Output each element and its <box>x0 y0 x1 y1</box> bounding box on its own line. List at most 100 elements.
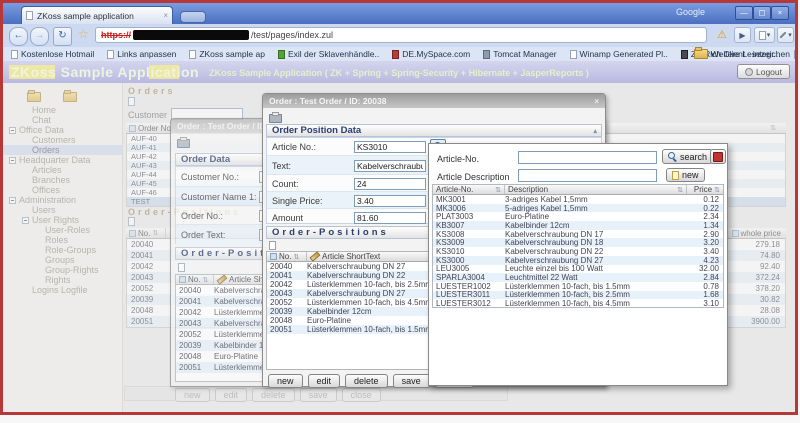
sidebar-tree-item[interactable]: Office Data <box>3 125 122 135</box>
collapse-all-folder-icon[interactable] <box>27 92 41 102</box>
article-row[interactable]: LEU3005 Leuchte einzel bis 100 Watt 32.0… <box>433 265 723 274</box>
sidebar-tree-item[interactable]: Offices <box>3 185 122 195</box>
sidebar-tree-item[interactable]: Role-Groups <box>3 245 122 255</box>
article-no-column-header[interactable]: Article-No. ⇅ <box>433 185 505 194</box>
sidebar-tree-item[interactable]: User-Roles <box>3 225 122 235</box>
reload-button[interactable]: ↻ <box>53 27 72 46</box>
article-row[interactable]: LUESTER3011 Lüsterklemmen 10-fach, bis 2… <box>433 291 723 300</box>
article-row[interactable]: LUESTER1002 Lüsterklemmen 10-fach, bis 1… <box>433 282 723 291</box>
bookmark-item[interactable]: DE.MySpace.com <box>392 49 470 59</box>
article-row[interactable]: MK3001 3-adriges Kabel 1,5mm 0.12 <box>433 195 723 204</box>
positions-toolbar-icon[interactable] <box>128 217 135 226</box>
article-no-input[interactable] <box>354 141 426 153</box>
tree-expander-icon[interactable] <box>22 217 29 224</box>
new-article-button[interactable]: new <box>666 168 705 182</box>
forward-button[interactable]: → <box>30 27 49 46</box>
url-bar[interactable]: https:// /test/pages/index.zul <box>95 27 707 43</box>
article-row[interactable]: KS3009 Kabelverschraubung DN 18 3.20 <box>433 238 723 247</box>
article-row[interactable]: KS3000 Kabelverschraubung DN 27 4.23 <box>433 256 723 265</box>
sidebar-tree-item[interactable]: Orders <box>3 145 122 155</box>
bookmark-star-icon[interactable]: ☆ <box>78 27 89 41</box>
back-button[interactable]: ← <box>9 27 28 46</box>
single-price-input[interactable] <box>354 195 426 207</box>
position-action-button[interactable]: save <box>393 374 430 388</box>
search-button[interactable]: search <box>662 149 713 164</box>
article-row[interactable]: MK3006 5-adriges Kabel 1,5mm 0.22 <box>433 204 723 213</box>
print-icon[interactable] <box>269 114 282 123</box>
sidebar-tree-item[interactable]: Roles <box>3 235 122 245</box>
position-action-button[interactable]: delete <box>345 374 388 388</box>
no-column-header[interactable]: No. ⇅ <box>126 228 166 238</box>
count-input[interactable] <box>354 178 426 190</box>
main-action-button[interactable]: save <box>300 388 337 402</box>
no-column-header[interactable]: No. ⇅ <box>267 252 307 261</box>
sidebar-tree-item[interactable]: Headquarter Data <box>3 155 122 165</box>
go-button[interactable]: ▶ <box>734 27 751 43</box>
warning-icon[interactable]: ⚠ <box>717 28 727 41</box>
logout-button[interactable]: Logout <box>737 64 790 79</box>
bookmark-item[interactable]: Exil der Sklavenhändle.. <box>278 49 379 59</box>
popup-close-button[interactable] <box>710 149 726 164</box>
sidebar-tree-item[interactable]: User Rights <box>3 215 122 225</box>
article-row[interactable]: PLAT3003 Euro-Platine 2.34 <box>433 212 723 221</box>
sidebar-tree-item[interactable]: Users <box>3 205 122 215</box>
main-action-button[interactable]: new <box>175 388 210 402</box>
description-column-header[interactable]: Description ⇅ <box>505 185 687 194</box>
tools-menu-button[interactable]: ▾ <box>777 27 794 43</box>
main-action-button[interactable]: close <box>342 388 381 402</box>
bookmark-item[interactable]: Kostenlose Hotmail <box>11 49 94 59</box>
new-tab-button[interactable] <box>180 11 206 23</box>
bookmark-item[interactable]: New ZUL Title <box>794 49 798 59</box>
tab-close-icon[interactable]: × <box>163 11 168 20</box>
price-column-header[interactable]: Price ⇅ <box>687 185 723 194</box>
article-row[interactable]: SPARLA3004 Leuchtmittel 22 Watt 2.84 <box>433 273 723 282</box>
sidebar-tree-item[interactable]: Branches <box>3 175 122 185</box>
text-input[interactable] <box>354 160 426 172</box>
article-row[interactable]: LUESTER3012 Lüsterklemmen 10-fach, bis 4… <box>433 299 723 308</box>
window-maximize-button[interactable]: ▢ <box>753 6 771 20</box>
article-row[interactable]: KB3007 Kabelbinder 12cm 1.34 <box>433 221 723 230</box>
whole-price-column-header[interactable]: whole price <box>729 228 784 238</box>
page-menu-button[interactable]: ▾ <box>754 27 775 43</box>
tree-expander-icon[interactable] <box>9 197 16 204</box>
bookmark-item[interactable]: Links anpassen <box>107 49 176 59</box>
window-minimize-button[interactable]: — <box>735 6 753 20</box>
sort-icon[interactable]: ⇅ <box>770 124 776 132</box>
sidebar-tree-item[interactable]: Customers <box>3 135 122 145</box>
browser-tab[interactable]: ZKoss sample application × <box>21 6 173 24</box>
other-bookmarks-button[interactable]: Weitere Lesezeichen <box>694 49 790 59</box>
sidebar-tree-item[interactable]: Group-Rights <box>3 265 122 275</box>
amount-input[interactable] <box>354 212 426 224</box>
sidebar-tree-item[interactable]: Home <box>3 105 122 115</box>
sidebar-tree-item[interactable]: Chat <box>3 115 122 125</box>
tree-expander-icon[interactable] <box>9 157 16 164</box>
sidebar-tree-item[interactable]: Articles <box>3 165 122 175</box>
bookmark-item[interactable]: ZKoss sample ap <box>189 49 265 59</box>
main-action-button[interactable]: edit <box>215 388 248 402</box>
sidebar-tree-item[interactable]: Rights <box>3 275 122 285</box>
sidebar-tree-item[interactable]: Groups <box>3 255 122 265</box>
expand-all-folder-icon[interactable] <box>63 92 77 102</box>
bookmark-item[interactable]: Winamp Generated Pl.. <box>570 49 668 59</box>
article-no-search-input[interactable] <box>518 151 657 164</box>
window-close-button[interactable]: × <box>771 6 789 20</box>
position-action-button[interactable]: new <box>268 374 303 388</box>
sidebar-tree-item[interactable]: Logins Logfile <box>3 285 122 295</box>
main-action-button[interactable]: delete <box>252 388 295 402</box>
new-position-icon[interactable] <box>269 241 276 250</box>
article-description-input[interactable] <box>518 169 657 182</box>
sidebar-tree-item[interactable]: Administration <box>3 195 122 205</box>
close-icon[interactable]: × <box>594 97 599 106</box>
bookmark-item[interactable]: Tomcat Manager <box>483 49 556 59</box>
collapse-icon[interactable]: ▴ <box>593 127 597 135</box>
position-window-titlebar[interactable]: Order : Test Order / ID: 20038 × <box>263 94 605 108</box>
orders-toolbar-icon[interactable] <box>128 97 135 106</box>
tree-expander-icon[interactable] <box>9 127 16 134</box>
no-column-header[interactable]: No. ⇅ <box>176 275 214 284</box>
new-position-icon[interactable] <box>178 263 185 272</box>
article-row[interactable]: KS3008 Kabelverschraubung DN 17 2.90 <box>433 230 723 239</box>
print-icon[interactable] <box>177 139 190 148</box>
bookmark-icon <box>483 50 490 59</box>
article-row[interactable]: KS3010 Kabelverschraubung DN 22 3.40 <box>433 247 723 256</box>
position-action-button[interactable]: edit <box>308 374 341 388</box>
